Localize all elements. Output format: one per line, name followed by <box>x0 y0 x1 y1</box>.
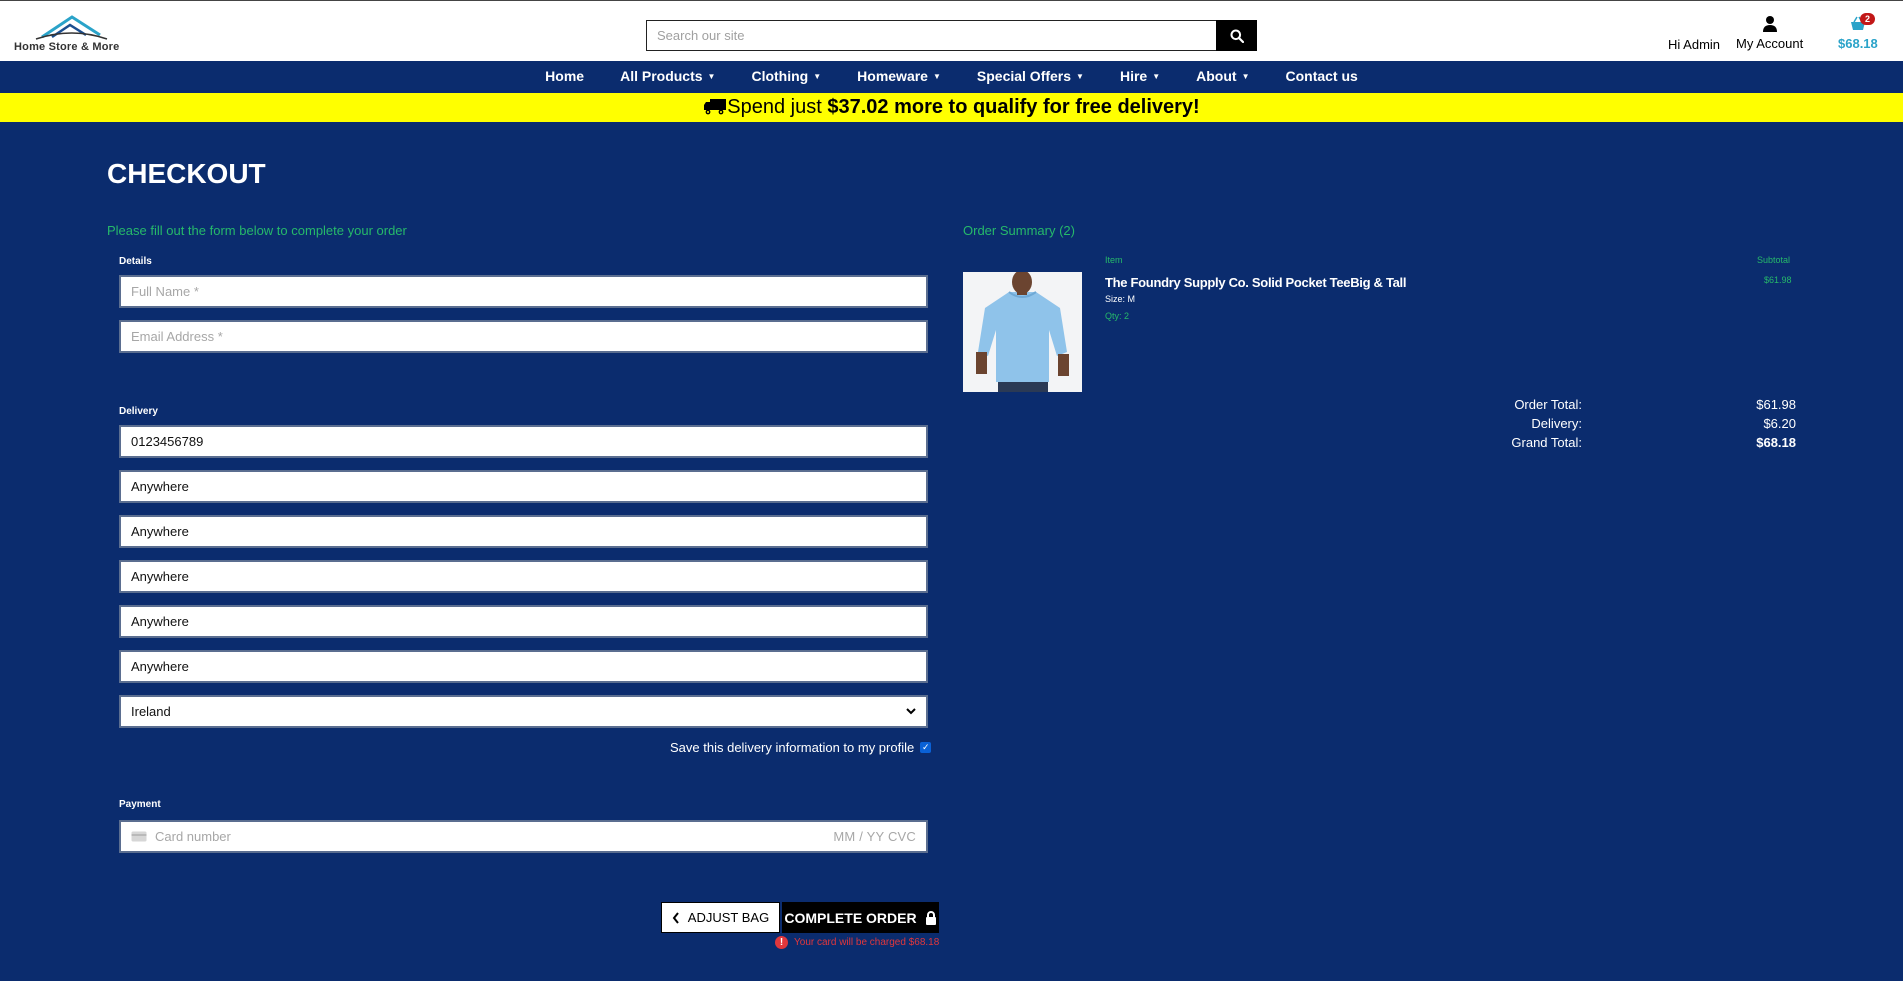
nav-label: Special Offers <box>976 68 1072 84</box>
banner-prefix: Spend just <box>727 96 828 118</box>
my-account-label: My Account <box>1736 36 1804 51</box>
nav-item-clothing[interactable]: Clothing ▼ <box>733 61 839 93</box>
nav-label: Clothing <box>751 68 809 84</box>
form-intro: Please fill out the form below to comple… <box>107 223 407 238</box>
card-number-placeholder: Card number <box>155 829 231 844</box>
caret-down-icon: ▼ <box>813 72 822 81</box>
cart-link[interactable]: 2 $68.18 <box>1838 13 1878 51</box>
product-size: Size: M <box>1105 294 1136 304</box>
card-input[interactable]: Card number MM / YY CVC <box>119 820 928 853</box>
grand-total-row: Grand Total: $68.18 <box>1480 435 1796 454</box>
town-field[interactable]: Anywhere <box>119 560 928 593</box>
order-summary-title: Order Summary (2) <box>963 223 1075 238</box>
credit-card-icon <box>131 831 147 842</box>
complete-order-label: COMPLETE ORDER <box>784 909 917 926</box>
nav-item-about[interactable]: About ▼ <box>1178 61 1267 93</box>
product-subtotal: $61.98 <box>1764 275 1792 285</box>
caret-down-icon: ▼ <box>1076 72 1084 81</box>
caret-down-icon: ▼ <box>1241 72 1250 81</box>
cart-total: $68.18 <box>1838 36 1878 51</box>
nav-item-homeware[interactable]: Homeware ▼ <box>839 61 959 93</box>
country-select[interactable]: Ireland <box>119 695 928 728</box>
cart-count-badge: 2 <box>1860 13 1876 25</box>
postcode-field[interactable]: Anywhere <box>119 650 928 683</box>
page-title: CHECKOUT <box>107 158 266 189</box>
save-delivery-label: Save this delivery information to my pro… <box>670 740 915 755</box>
nav-label: Contact us <box>1285 68 1358 84</box>
delivery-label: Delivery <box>119 406 158 417</box>
delivery-cost-label: Delivery: <box>1531 416 1582 431</box>
search-button[interactable] <box>1216 20 1257 51</box>
product-qty: Qty: 2 <box>1105 311 1130 321</box>
chevron-left-icon <box>672 911 679 924</box>
chevron-down-icon <box>906 708 916 715</box>
truck-icon <box>704 99 727 115</box>
details-label: Details <box>119 256 152 267</box>
search-icon <box>1230 29 1244 43</box>
grand-total-label: Grand Total: <box>1511 435 1582 450</box>
email-field[interactable]: Email Address * <box>119 320 928 353</box>
house-roof-logo-icon <box>35 15 108 40</box>
nav-label: Home <box>545 68 585 84</box>
nav-label: Homeware <box>857 68 928 84</box>
alert-icon: ! <box>775 936 788 949</box>
charge-notice-text: Your card will be charged $68.18 <box>794 937 940 948</box>
order-total-value: $61.98 <box>1756 397 1796 412</box>
charge-notice: ! Your card will be charged $68.18 <box>775 936 939 949</box>
banner-amount: $37.02 more to qualify for free delivery… <box>827 96 1200 118</box>
tshirt-model-image <box>963 272 1082 392</box>
order-totals: Order Total: $61.98 Delivery: $6.20 Gran… <box>1480 397 1796 454</box>
country-value: Ireland <box>131 704 171 719</box>
card-expiry-cvc-placeholder: MM / YY CVC <box>833 829 916 844</box>
greeting-text: Hi Admin <box>1668 37 1721 52</box>
caret-down-icon: ▼ <box>707 72 716 81</box>
main-nav: Home All Products ▼ Clothing ▼ Homeware ▼ S… <box>0 61 1903 93</box>
subtotal-column-header: Subtotal <box>1757 255 1791 265</box>
search-bar <box>646 20 1257 51</box>
order-total-label: Order Total: <box>1514 397 1582 412</box>
address-line-2-field[interactable]: Anywhere <box>119 515 928 548</box>
nav-item-special-offers[interactable]: Special Offers ▼ <box>959 61 1102 93</box>
logo-text: Home Store & More <box>14 41 120 53</box>
adjust-bag-label: ADJUST BAG <box>687 910 770 925</box>
address-line-1-field[interactable]: Anywhere <box>119 470 928 503</box>
payment-label: Payment <box>119 799 161 810</box>
nav-item-contact[interactable]: Contact us <box>1267 61 1375 93</box>
order-total-row: Order Total: $61.98 <box>1480 397 1796 416</box>
my-account-link[interactable]: My Account <box>1736 15 1803 51</box>
product-image <box>963 272 1082 392</box>
nav-label: Hire <box>1119 68 1148 84</box>
caret-down-icon: ▼ <box>932 72 941 81</box>
delivery-row: Delivery: $6.20 <box>1480 416 1796 435</box>
delivery-cost-value: $6.20 <box>1763 416 1796 431</box>
search-input[interactable] <box>646 20 1217 51</box>
save-delivery-checkbox[interactable]: ✓ <box>920 742 932 753</box>
item-column-header: Item <box>1105 255 1123 265</box>
nav-label: About <box>1196 68 1237 84</box>
nav-item-all-products[interactable]: All Products ▼ <box>602 61 733 93</box>
full-name-field[interactable]: Full Name * <box>119 275 928 308</box>
lock-icon <box>925 910 936 925</box>
grand-total-value: $68.18 <box>1756 435 1796 450</box>
adjust-bag-button[interactable]: ADJUST BAG <box>661 902 780 933</box>
complete-order-button[interactable]: COMPLETE ORDER <box>782 902 939 933</box>
county-field[interactable]: Anywhere <box>119 605 928 638</box>
save-delivery-row: Save this delivery information to my pro… <box>670 740 932 755</box>
product-name: The Foundry Supply Co. Solid Pocket TeeB… <box>1105 275 1407 290</box>
free-delivery-banner: Spend just $37.02 more to qualify for fr… <box>0 93 1903 122</box>
nav-label: All Products <box>620 68 703 84</box>
user-icon <box>1762 16 1777 32</box>
nav-item-home[interactable]: Home <box>527 61 602 93</box>
site-header: Home Store & More Hi Admin My Account 2 … <box>0 0 1903 61</box>
caret-down-icon: ▼ <box>1152 72 1161 81</box>
phone-field[interactable]: 0123456789 <box>119 425 928 458</box>
nav-item-hire[interactable]: Hire ▼ <box>1102 61 1178 93</box>
